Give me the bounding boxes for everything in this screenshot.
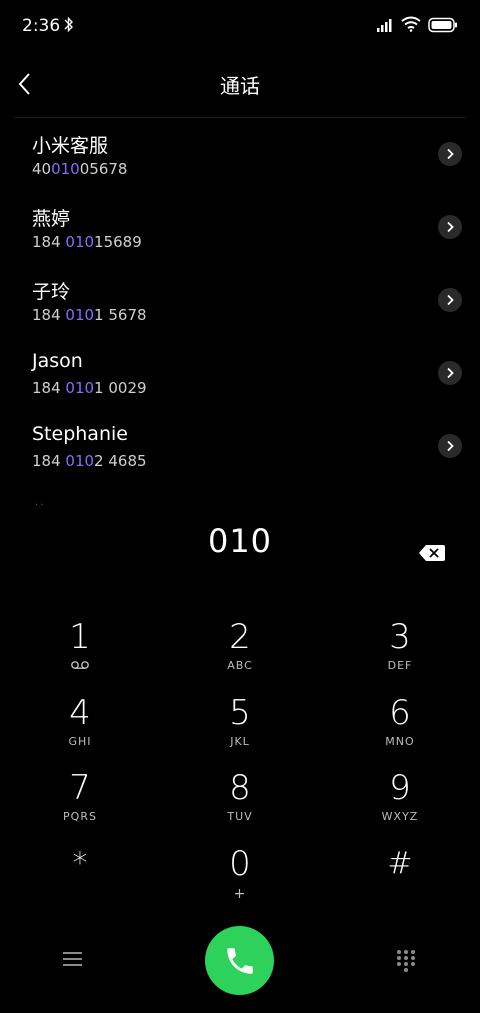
contact-detail-button[interactable]	[438, 288, 462, 312]
key-4[interactable]: 4 GHI	[30, 693, 130, 763]
contact-detail-button[interactable]	[438, 215, 462, 239]
chevron-right-icon	[447, 367, 454, 379]
voicemail-icon	[71, 661, 89, 669]
contact-number: 184 0101 5678	[32, 306, 147, 324]
phone-icon	[226, 947, 253, 974]
key-1[interactable]: 1	[30, 617, 130, 687]
contact-row[interactable]: 燕婷 184 01015689	[0, 199, 480, 272]
contact-detail-button[interactable]	[438, 361, 462, 385]
key-7[interactable]: 7 PQRS	[30, 768, 130, 838]
number-match: 010	[65, 379, 95, 397]
bluetooth-icon	[64, 16, 73, 33]
backspace-icon	[419, 545, 445, 561]
contact-name: 小米客服	[32, 135, 109, 157]
key-5[interactable]: 5 JKL	[190, 693, 290, 763]
number-match: 010	[65, 452, 95, 470]
page-title: 通话	[220, 74, 260, 98]
contact-number: 184 0102 4685	[32, 452, 147, 470]
key-8[interactable]: 8 TUV	[190, 768, 290, 838]
status-bar: 2:36	[0, 0, 480, 52]
header: 通话	[0, 60, 480, 110]
contact-number: 184 01015689	[32, 233, 142, 251]
menu-button[interactable]	[62, 949, 84, 969]
key-9[interactable]: 9 WXYZ	[350, 768, 450, 838]
signal-icon	[377, 19, 392, 32]
contact-row[interactable]: 小米客服 4001005678	[0, 126, 480, 199]
divider	[14, 117, 466, 118]
dialed-number: 010	[207, 522, 273, 560]
number-match: 010	[51, 160, 80, 178]
contact-detail-button[interactable]	[438, 142, 462, 166]
dialpad-toggle-button[interactable]	[396, 949, 416, 973]
backspace-button[interactable]	[417, 543, 447, 563]
contact-list: 小米客服 4001005678 燕婷 184 01015689 子玲 184 0…	[0, 126, 480, 491]
list-fade-indicator: ··	[35, 500, 46, 511]
key-2[interactable]: 2 ABC	[190, 617, 290, 687]
contact-row[interactable]: Stephanie 184 0102 4685	[0, 418, 480, 491]
contact-detail-button[interactable]	[438, 434, 462, 458]
bottom-bar	[0, 925, 480, 995]
key-0[interactable]: 0 +	[190, 844, 290, 914]
key-3[interactable]: 3 DEF	[350, 617, 450, 687]
key-hash[interactable]: #	[350, 844, 450, 914]
contact-name: Jason	[32, 350, 83, 372]
wifi-icon	[401, 16, 421, 32]
status-time: 2:36	[22, 16, 61, 36]
dialpad-icon	[397, 950, 415, 972]
chevron-right-icon	[447, 440, 454, 452]
call-button[interactable]	[205, 926, 274, 995]
number-match: 010	[65, 306, 95, 324]
key-6[interactable]: 6 MNO	[350, 693, 450, 763]
chevron-right-icon	[447, 294, 454, 306]
key-star[interactable]: *	[30, 844, 130, 914]
battery-icon	[428, 17, 457, 33]
chevron-right-icon	[447, 148, 454, 160]
contact-name: Stephanie	[32, 423, 128, 445]
contact-name: 燕婷	[32, 208, 71, 230]
contact-row[interactable]: Jason 184 0101 0029	[0, 345, 480, 418]
number-match: 010	[65, 233, 95, 251]
contact-row[interactable]: 子玲 184 0101 5678	[0, 272, 480, 345]
contact-name: 子玲	[32, 281, 71, 303]
contact-number: 184 0101 0029	[32, 379, 147, 397]
contact-number: 4001005678	[32, 160, 128, 178]
menu-icon	[63, 952, 82, 966]
chevron-right-icon	[447, 221, 454, 233]
